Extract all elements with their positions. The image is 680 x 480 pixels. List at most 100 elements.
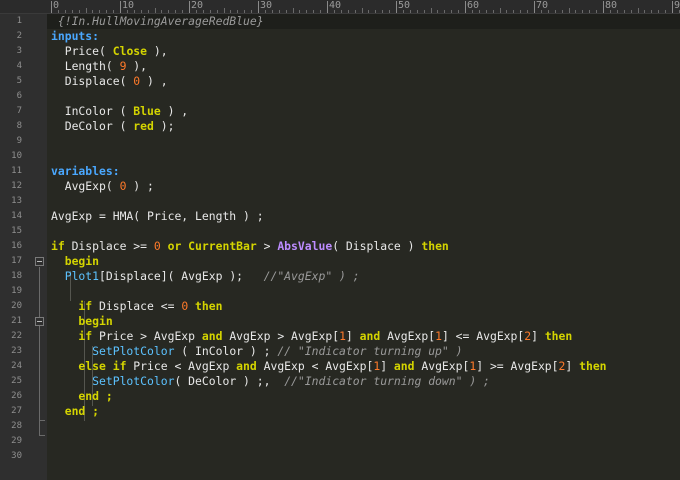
ruler-tick: [348, 10, 349, 13]
code-token: Price(: [51, 44, 113, 58]
line-number: 12: [11, 181, 22, 191]
fold-toggle-begin-line-17[interactable]: [35, 257, 44, 266]
code-line: begin: [51, 314, 112, 329]
ruler-tick: [120, 1, 121, 13]
code-token: Price < AvgExp: [126, 359, 237, 373]
code-token: if: [51, 329, 93, 343]
ruler-tick: [230, 10, 231, 13]
ruler-tick: [286, 10, 287, 13]
code-token: 1: [435, 329, 442, 343]
ruler-tick: [651, 10, 652, 13]
ruler-label: 50: [398, 0, 411, 11]
fold-end-line-27: [39, 435, 45, 436]
ruler-label: 20: [191, 0, 204, 11]
ruler-tick: [189, 1, 190, 13]
code-line: Price( Close ),: [51, 44, 168, 59]
ruler-tick: [251, 10, 252, 13]
code-line: DeColor ( red );: [51, 119, 175, 134]
fold-guide-line-21: [39, 327, 40, 420]
ruler-tick: [92, 10, 93, 13]
ruler-tick: [555, 10, 556, 13]
ruler-tick: [500, 8, 501, 13]
ruler-tick: [155, 8, 156, 13]
ruler-tick: [327, 1, 328, 13]
ruler-tick: [520, 10, 521, 13]
line-number: 25: [11, 376, 22, 386]
ruler-tick: [672, 1, 673, 13]
ruler-tick: [203, 10, 204, 13]
ruler-tick: [320, 10, 321, 13]
ruler-tick: [424, 10, 425, 13]
ruler-tick: [65, 10, 66, 13]
line-number: 20: [11, 301, 22, 311]
code-token: Price > AvgExp: [92, 329, 202, 343]
code-token: and: [201, 329, 223, 343]
ruler-tick: [617, 10, 618, 13]
code-text-area[interactable]: {!In.HullMovingAverageRedBlue} inputs: Pr…: [47, 14, 680, 480]
line-number: 15: [11, 226, 22, 236]
line-number: 27: [11, 406, 22, 416]
ruler-tick: [665, 10, 666, 13]
code-line: end ;: [51, 389, 112, 404]
code-token: AbsValue: [277, 239, 333, 253]
code-token: begin: [51, 254, 100, 268]
code-token: or: [167, 239, 182, 253]
code-token: ] <= AvgExp[: [441, 329, 525, 343]
code-token: AvgExp > AvgExp[: [222, 329, 340, 343]
fold-end-line-26: [39, 420, 45, 421]
ruler-tick: [161, 10, 162, 13]
ruler-tick: [437, 10, 438, 13]
line-number: 4: [16, 61, 22, 71]
ruler-tick: [141, 10, 142, 13]
ruler-tick: [148, 10, 149, 13]
code-line: end ;: [51, 404, 99, 419]
code-token: Displace >=: [64, 239, 154, 253]
code-token: ( InColor ) ;: [174, 344, 278, 358]
ruler-tick: [244, 10, 245, 13]
code-token: ]: [345, 329, 360, 343]
line-number: 17: [11, 256, 22, 266]
code-token: Displace <=: [92, 299, 182, 313]
line-number: 24: [11, 361, 22, 371]
code-line: if Displace >= 0 or CurrentBar > AbsValu…: [51, 239, 449, 254]
ruler-tick: [575, 10, 576, 13]
code-editor[interactable]: 0 10 20 30 40 50 60 70 80 9 1 2 3 4 5 6 7 8 9 10 11 12 13 14 15…: [0, 0, 680, 480]
ruler-tick: [389, 10, 390, 13]
code-line: InColor ( Blue ) ,: [51, 104, 188, 119]
line-number: 10: [11, 151, 22, 161]
ruler-tick: [99, 10, 100, 13]
code-token: Plot1: [51, 269, 100, 283]
code-token: Displace(: [51, 74, 134, 88]
ruler-tick: [224, 8, 225, 13]
code-line: Length( 9 ),: [51, 59, 147, 74]
fold-toggle-begin-line-21[interactable]: [35, 317, 44, 326]
code-token: inputs:: [51, 29, 100, 43]
code-token: //"Indicator turning down" ) ;: [284, 374, 490, 388]
code-token: 1: [339, 329, 346, 343]
ruler-label: 30: [260, 0, 273, 11]
line-number: 3: [16, 46, 22, 56]
column-ruler: 0 10 20 30 40 50 60 70 80 9: [0, 0, 680, 14]
line-number: 8: [16, 121, 22, 131]
code-token: then: [579, 359, 607, 373]
ruler-tick: [299, 10, 300, 13]
code-line: AvgExp( 0 ) ;: [51, 179, 154, 194]
code-token: SetPlotColor: [51, 344, 175, 358]
code-token: //"AvgExp" ) ;: [263, 269, 360, 283]
ruler-tick: [417, 10, 418, 13]
line-number: 11: [11, 166, 22, 176]
ruler-tick: [431, 8, 432, 13]
line-number: 19: [11, 286, 22, 296]
ruler-tick: [479, 10, 480, 13]
line-number: 1: [16, 16, 22, 26]
code-line: Displace( 0 ) ,: [51, 74, 168, 89]
ruler-tick: [410, 10, 411, 13]
code-token: CurrentBar: [188, 239, 257, 253]
code-line: if Displace <= 0 then: [51, 299, 222, 314]
line-number: 5: [16, 76, 22, 86]
code-token: AvgExp < AvgExp[: [256, 359, 374, 373]
ruler-tick: [362, 8, 363, 13]
code-token: ),: [147, 44, 168, 58]
ruler-label: 80: [605, 0, 618, 11]
code-line: Plot1[Displace]( AvgExp ); //"AvgExp" ) …: [51, 269, 360, 284]
